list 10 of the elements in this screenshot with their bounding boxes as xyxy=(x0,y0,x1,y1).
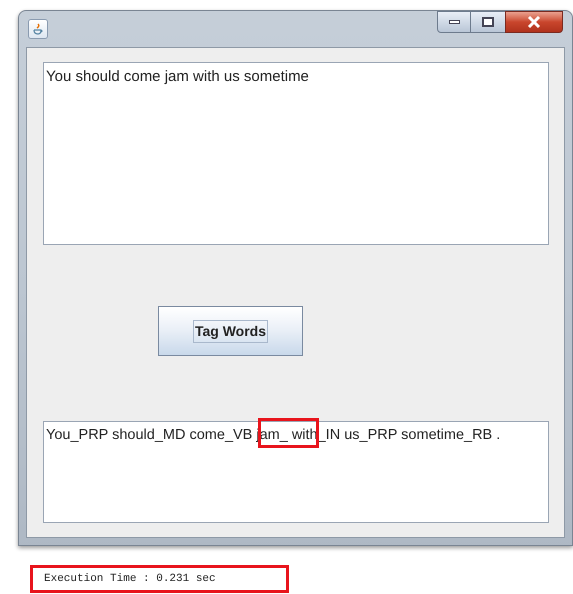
maximize-icon xyxy=(482,17,494,27)
close-button[interactable] xyxy=(505,11,563,33)
tag-words-button[interactable]: Tag Words xyxy=(158,306,303,356)
java-app-icon xyxy=(28,19,48,39)
maximize-button[interactable] xyxy=(471,11,505,33)
execution-time-text: Execution Time : 0.231 sec xyxy=(44,572,216,587)
close-icon xyxy=(527,16,541,28)
minimize-button[interactable] xyxy=(437,11,471,33)
input-text-area[interactable]: You should come jam with us sometime xyxy=(43,62,549,245)
minimize-icon xyxy=(448,20,460,24)
